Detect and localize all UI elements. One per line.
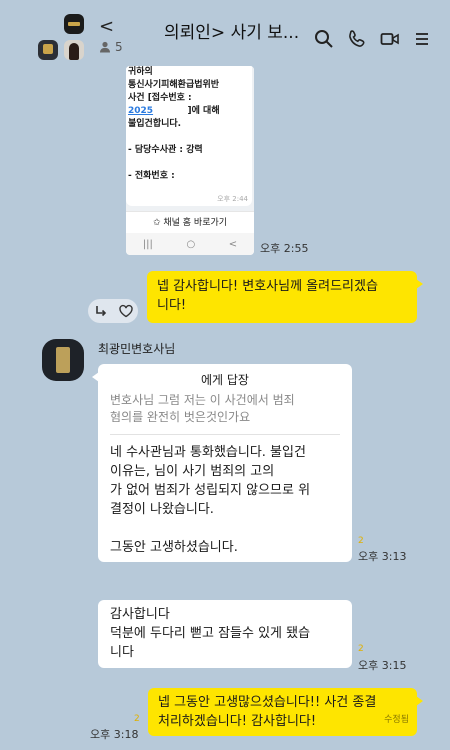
message-text: 그동안 고생하셨습니다. <box>110 540 238 555</box>
message-text: 넵 그동안 고생많으셨습니다!! 사건 종결 <box>158 695 377 710</box>
message-time: 오후 2:55 <box>260 242 309 255</box>
image-line: 귀하의 <box>128 67 153 77</box>
image-line: 불입건합니다. <box>128 119 182 129</box>
message-text: 니다 <box>110 645 134 660</box>
image-line: ]에 대해 <box>187 106 220 116</box>
group-avatar[interactable] <box>38 14 88 64</box>
reaction-bar <box>88 299 138 323</box>
image-inner-time: 오후 2:44 <box>217 195 248 203</box>
nav-home-icon: ○ <box>186 238 196 250</box>
unread-count: 2 <box>134 714 140 724</box>
quoted-text: 혐의를 완전히 벗은것인가요 <box>110 410 251 424</box>
nav-recent-icon: ||| <box>142 238 153 250</box>
reply-message[interactable]: 에게 답장 변호사님 그럼 저는 이 사건에서 범죄 혐의를 완전히 벗은것인가… <box>92 364 352 562</box>
sender-avatar[interactable] <box>42 339 84 381</box>
nav-back-icon: < <box>228 238 238 250</box>
member-count-label: 5 <box>115 40 123 54</box>
image-line: 통신사기피해환급법위반 <box>128 80 220 90</box>
image-line: - 전화번호 : <box>128 171 175 181</box>
search-icon[interactable] <box>314 29 334 49</box>
chat-header: < 의뢰인> 사기 보... 5 <box>0 0 450 66</box>
quoted-text: 변호사님 그럼 저는 이 사건에서 범죄 <box>110 393 295 407</box>
image-line: 2025 <box>128 106 154 116</box>
reply-header: 에게 답장 <box>201 373 249 387</box>
reply-arrow-icon[interactable] <box>93 303 109 319</box>
message-text: 처리하겠습니다! 감사합니다! <box>158 714 317 729</box>
avatar <box>64 14 84 34</box>
message-time: 오후 3:13 <box>358 550 407 563</box>
message-text: 결정이 나왔습니다. <box>110 502 214 517</box>
image-nav-bar: ||| ○ < <box>126 233 254 255</box>
image-message[interactable]: 귀하의 통신사기피해환급법위반 사건 [접수번호 : 2025 ]에 대해 불입… <box>126 66 254 255</box>
avatar <box>64 40 84 60</box>
message-text: 가 없어 범죄가 성립되지 않으므로 위 <box>110 483 311 498</box>
unread-count: 2 <box>358 644 364 654</box>
quoted-message[interactable]: 변호사님 그럼 저는 이 사건에서 범죄 혐의를 완전히 벗은것인가요 <box>110 392 340 435</box>
edited-label: 수정됨 <box>384 715 409 725</box>
my-message[interactable]: 넵 감사합니다! 변호사님께 올려드리겠습 니다! <box>147 271 423 323</box>
message-text: 이유는, 님이 사기 범죄의 고의 <box>110 464 275 479</box>
person-icon <box>100 41 110 53</box>
message-text: 감사합니다 <box>110 607 170 622</box>
member-count[interactable]: 5 <box>99 40 123 54</box>
message-text: 덕분에 두다리 뻗고 잠들수 있게 됐습 <box>110 626 311 641</box>
heart-icon[interactable] <box>118 303 134 319</box>
video-call-icon[interactable] <box>380 29 400 49</box>
message-text: 니다! <box>157 298 187 313</box>
image-line: 사건 [접수번호 : <box>128 93 192 103</box>
my-message[interactable]: 넵 그동안 고생많으셨습니다!! 사건 종결 처리하겠습니다! 감사합니다! 수… <box>148 688 423 736</box>
sender-name: 최광민변호사님 <box>98 342 176 356</box>
channel-home-link: ✩ 채널 홈 바로가기 <box>126 211 254 234</box>
message-text: 네 수사관님과 통화했습니다. 불입건 <box>110 445 306 460</box>
image-notice-text: 귀하의 통신사기피해환급법위반 사건 [접수번호 : 2025 ]에 대해 불입… <box>126 66 252 206</box>
phone-icon[interactable] <box>347 29 367 49</box>
chat-title[interactable]: 의뢰인> 사기 보... <box>164 18 299 43</box>
message-time: 오후 3:15 <box>358 659 407 672</box>
thanks-message[interactable]: 감사합니다 덕분에 두다리 뻗고 잠들수 있게 됐습 니다 <box>98 600 352 668</box>
back-button[interactable]: < <box>99 16 114 37</box>
message-time: 오후 3:18 <box>90 728 139 741</box>
menu-icon[interactable] <box>412 29 432 49</box>
avatar <box>38 40 58 60</box>
unread-count: 2 <box>358 536 364 546</box>
message-text: 넵 감사합니다! 변호사님께 올려드리겠습 <box>157 279 378 294</box>
image-preview: 귀하의 통신사기피해환급법위반 사건 [접수번호 : 2025 ]에 대해 불입… <box>126 66 254 211</box>
image-line: - 담당수사관 : 강력 <box>128 145 203 155</box>
